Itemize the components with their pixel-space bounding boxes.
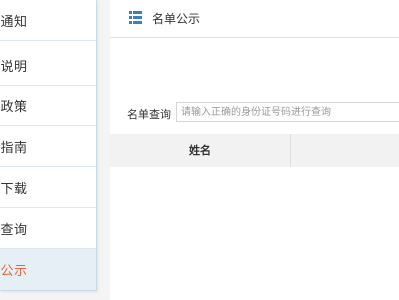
sidebar-item-download[interactable]: 料下载 <box>0 167 96 208</box>
table-header: 姓名 <box>110 134 399 167</box>
column-header-name: 姓名 <box>110 134 291 167</box>
sidebar-item-label: 单公示 <box>0 264 28 279</box>
sidebar-item-label: 程说明 <box>0 60 28 75</box>
sidebar-item-policy[interactable]: 关政策 <box>0 85 96 126</box>
sidebar-item-label: 理指南 <box>0 141 28 156</box>
list-icon <box>129 11 142 24</box>
sidebar-item-label: 关政策 <box>0 100 28 115</box>
main-panel: 名单公示 名单查询 姓名 <box>110 0 399 300</box>
sidebar-item-notice[interactable]: 要通知 <box>0 0 96 41</box>
page-title: 名单公示 <box>152 12 201 26</box>
sidebar-item-label: 料下载 <box>0 182 28 197</box>
sidebar-item-label: 分查询 <box>0 223 28 238</box>
sidebar-nav: 要通知 程说明 关政策 理指南 料下载 分查询 单公示 <box>0 0 97 291</box>
sidebar-item-list-public[interactable]: 单公示 <box>0 249 96 290</box>
sidebar-item-score-query[interactable]: 分查询 <box>0 208 96 249</box>
sidebar-item-process[interactable]: 程说明 <box>0 45 96 86</box>
sidebar-item-guide[interactable]: 理指南 <box>0 126 96 167</box>
id-search-input[interactable] <box>176 102 399 122</box>
search-label: 名单查询 <box>127 108 171 121</box>
panel-header: 名单公示 <box>110 0 399 38</box>
sidebar-item-label: 要通知 <box>0 15 28 30</box>
